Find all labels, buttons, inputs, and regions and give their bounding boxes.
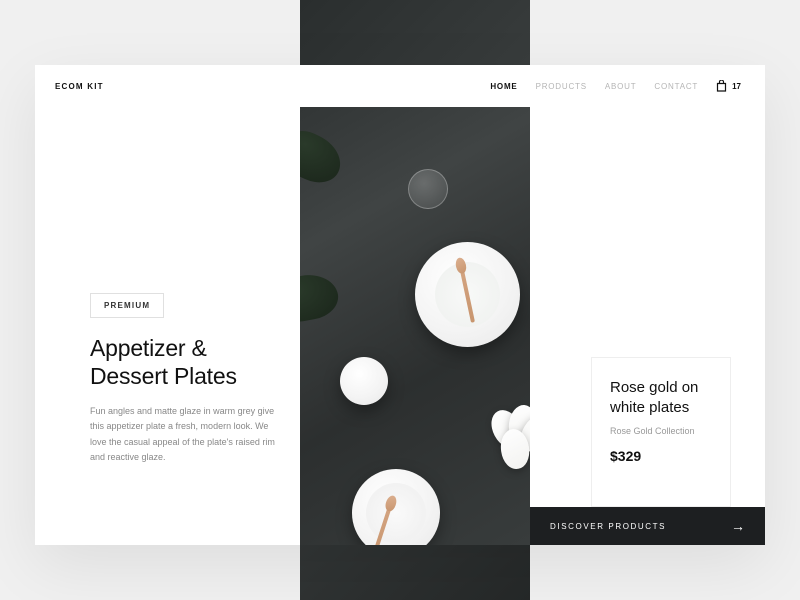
nav-link-about[interactable]: ABOUT [605,82,637,91]
brand-logo[interactable]: ECOM KIT [55,82,104,91]
leaf-decoration-icon [300,124,349,190]
main-content-card: ECOM KIT HOME PRODUCTS ABOUT CONTACT 17 [35,65,765,545]
premium-badge: PREMIUM [90,293,164,318]
featured-product-card[interactable]: Rose gold on white plates Rose Gold Coll… [591,357,731,507]
cart-button[interactable]: 17 [716,80,741,92]
bag-icon [716,80,727,92]
hero-description: Fun angles and matte glaze in warm grey … [90,404,275,465]
product-price: $329 [610,448,712,464]
plate-icon [340,357,388,405]
flower-icon [485,405,530,465]
nav-link-contact[interactable]: CONTACT [654,82,698,91]
product-title: Rose gold on white plates [610,378,712,417]
cta-label: DISCOVER PRODUCTS [550,522,731,531]
hero-title: Appetizer & Dessert Plates [90,334,275,390]
hero-product-image [300,107,530,545]
navbar: ECOM KIT HOME PRODUCTS ABOUT CONTACT 17 [35,65,765,107]
cart-count: 17 [732,82,741,91]
hero-content: PREMIUM Appetizer & Dessert Plates Fun a… [90,293,275,465]
product-collection: Rose Gold Collection [610,426,712,436]
arrow-right-icon: → [731,518,745,534]
discover-products-button[interactable]: DISCOVER PRODUCTS → [530,507,765,545]
nav-link-home[interactable]: HOME [490,82,517,91]
nav-link-products[interactable]: PRODUCTS [536,82,587,91]
nav-links: HOME PRODUCTS ABOUT CONTACT [490,82,698,91]
glass-icon [408,169,448,209]
leaf-decoration-icon [300,270,341,325]
plate-icon [352,469,440,545]
